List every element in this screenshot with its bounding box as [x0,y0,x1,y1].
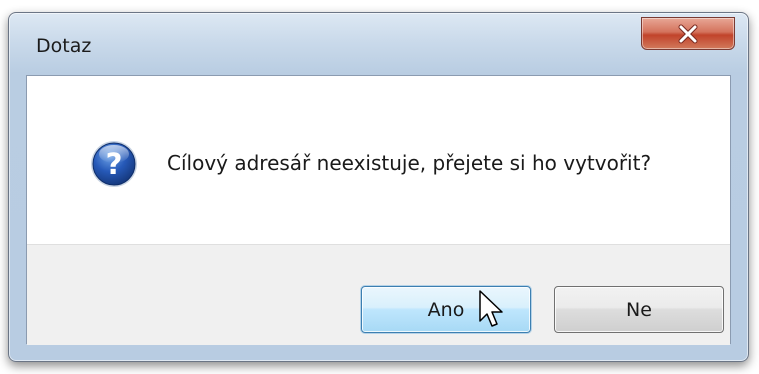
dialog-title: Dotaz [36,35,92,57]
close-icon [678,24,698,43]
question-icon: ? [91,141,137,187]
dialog-client-area: ? Cílový adresář neexistuje, přejete si … [26,75,731,345]
message-area: ? Cílový adresář neexistuje, přejete si … [27,76,730,244]
svg-text:?: ? [106,147,123,181]
title-bar[interactable]: Dotaz [9,13,748,75]
close-button[interactable] [641,17,735,50]
dialog-window: Dotaz ? Cílový adresář neexistuje, přeje… [8,12,749,362]
yes-button[interactable]: Ano [361,286,531,333]
button-bar: Ano Ne [27,244,730,345]
no-button-label: Ne [626,298,652,321]
yes-button-label: Ano [427,298,465,321]
no-button[interactable]: Ne [554,286,724,333]
dialog-message: Cílový adresář neexistuje, přejete si ho… [167,151,652,175]
pointer-cursor-icon [479,290,503,327]
